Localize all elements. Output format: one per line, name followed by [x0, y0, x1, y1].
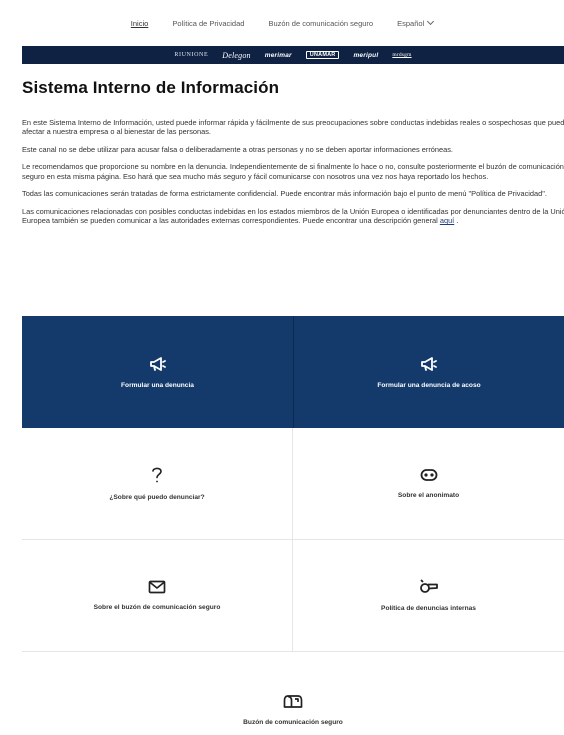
mailbox-icon [283, 695, 303, 708]
external-authorities-text: Las comunicaciones relacionadas con posi… [22, 206, 564, 226]
mailbox-info-tile-label: Sobre el buzón de comunicación seguro [93, 604, 221, 611]
intro-paragraph: En este Sistema Interno de Información, … [22, 118, 564, 137]
here-link[interactable]: aquí [440, 216, 454, 225]
main-content: Sistema Interno de Información En este S… [22, 78, 564, 234]
nav-link-privacy-policy[interactable]: Política de Privacidad [172, 19, 244, 28]
brand-logo: mrdsgm [392, 52, 412, 58]
brand-logo: merimar [264, 51, 292, 59]
harassment-report-tile-label: Formular una denuncia de acoso [377, 381, 481, 389]
top-navigation: Inicio Política de Privacidad Buzón de c… [0, 0, 564, 46]
action-tiles-grid: Formular una denuncia Formular una denun… [22, 316, 564, 735]
what-to-report-tile[interactable]: ¿Sobre qué puedo denunciar? [22, 428, 293, 540]
page-title: Sistema Interno de Información [22, 78, 280, 97]
name-recommendation-paragraph: Le recomendamos que proporcione su nombr… [22, 162, 564, 181]
secure-mailbox-tile[interactable]: Buzón de comunicación seguro [22, 652, 564, 735]
misuse-paragraph: Este canal no se debe utilizar para acus… [22, 144, 453, 154]
megaphone-icon [421, 356, 437, 371]
brand-logos-bar: RIUNIONE Delegon merimar UNAMAR meripul … [22, 46, 564, 64]
brand-logo: UNAMAR [305, 51, 340, 59]
harassment-report-tile[interactable]: Formular una denuncia de acoso [293, 316, 564, 428]
external-authorities-end: . [454, 216, 459, 226]
what-to-report-tile-label: ¿Sobre qué puedo denunciar? [109, 494, 205, 501]
brand-logo: meripul [353, 51, 379, 59]
mailbox-info-tile[interactable]: Sobre el buzón de comunicación seguro [22, 540, 293, 652]
external-authorities-paragraph: Las comunicaciones relacionadas con posi… [22, 207, 564, 226]
chevron-down-icon [427, 17, 435, 26]
anonymity-tile-label: Sobre el anonimato [397, 492, 460, 499]
brand-logo: RIUNIONE [174, 52, 209, 58]
internal-policy-tile[interactable]: Política de denuncias internas [293, 540, 564, 652]
mask-icon [420, 469, 437, 481]
nav-link-secure-mailbox[interactable]: Buzón de comunicación seguro [268, 19, 373, 28]
confidentiality-paragraph: Todas las comunicaciones serán tratadas … [22, 189, 547, 199]
whistle-icon [419, 579, 438, 593]
language-selector[interactable]: Español [397, 17, 435, 28]
envelope-icon [148, 580, 166, 594]
anonymity-tile[interactable]: Sobre el anonimato [293, 428, 564, 540]
internal-policy-tile-label: Política de denuncias internas [381, 605, 476, 612]
secure-mailbox-tile-label: Buzón de comunicación seguro [243, 719, 343, 726]
nav-link-inicio[interactable]: Inicio [131, 19, 149, 28]
language-label: Español [397, 18, 425, 28]
megaphone-icon [149, 356, 166, 371]
brand-logo: Delegon [222, 50, 251, 60]
question-icon [152, 467, 162, 483]
report-tile-label: Formular una denuncia [121, 381, 194, 389]
report-tile[interactable]: Formular una denuncia [22, 316, 293, 428]
